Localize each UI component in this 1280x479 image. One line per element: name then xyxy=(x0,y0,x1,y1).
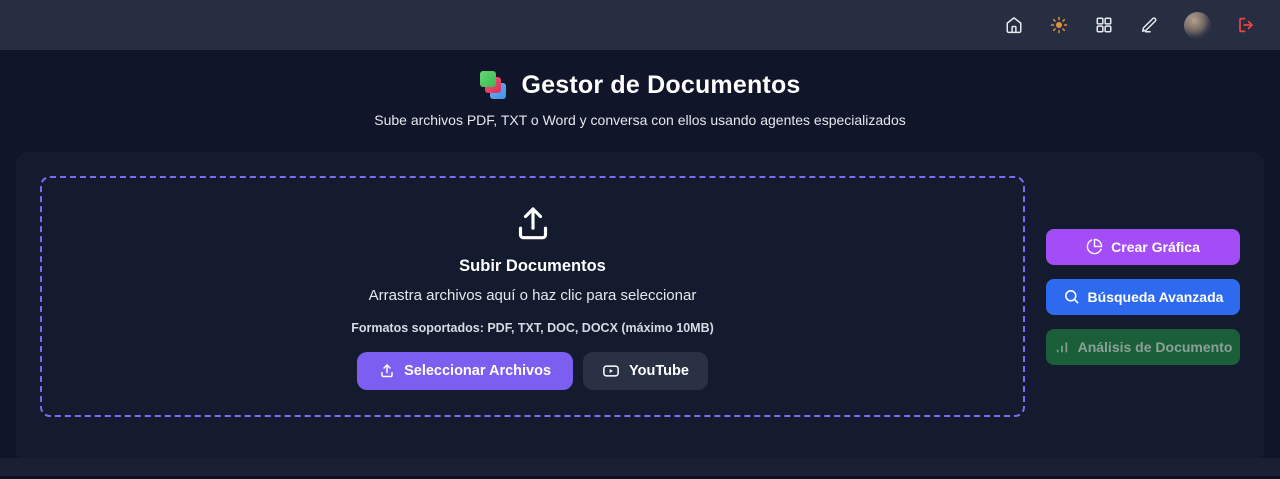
document-manager-card: Subir Documentos Arrastra archivos aquí … xyxy=(16,152,1264,462)
home-icon[interactable] xyxy=(1004,15,1024,35)
documents-stack-icon xyxy=(479,71,510,100)
youtube-button[interactable]: YouTube xyxy=(583,351,708,390)
page-title: Gestor de Documentos xyxy=(521,71,801,99)
pie-chart-icon xyxy=(1086,238,1103,255)
select-files-label: Seleccionar Archivos xyxy=(404,362,552,379)
create-chart-button[interactable]: Crear Gráfica xyxy=(1046,228,1240,265)
advanced-search-label: Búsqueda Avanzada xyxy=(1087,288,1224,305)
dropzone-title: Subir Documentos xyxy=(459,256,606,275)
search-icon xyxy=(1064,290,1078,304)
logout-icon[interactable] xyxy=(1236,15,1256,35)
apps-grid-icon[interactable] xyxy=(1094,15,1114,35)
topbar xyxy=(0,0,1280,50)
document-analysis-button[interactable]: Análisis de Documento xyxy=(1046,328,1240,365)
bar-chart-icon xyxy=(1056,341,1067,352)
theme-sun-icon[interactable] xyxy=(1049,15,1069,35)
avatar[interactable] xyxy=(1184,11,1211,39)
youtube-icon xyxy=(603,364,619,377)
youtube-label: YouTube xyxy=(629,362,689,379)
main-content: Gestor de Documentos Sube archivos PDF, … xyxy=(0,50,1280,462)
dropzone-hint: Arrastra archivos aquí o haz clic para s… xyxy=(368,286,697,304)
action-buttons-column: Crear Gráfica Búsqueda Avanzada Análisis… xyxy=(1046,176,1240,417)
dropzone-buttons: Seleccionar Archivos YouTube xyxy=(357,351,708,390)
page-header: Gestor de Documentos Sube archivos PDF, … xyxy=(0,50,1280,128)
upload-dropzone[interactable]: Subir Documentos Arrastra archivos aquí … xyxy=(40,176,1025,417)
create-chart-label: Crear Gráfica xyxy=(1111,238,1200,255)
select-files-button[interactable]: Seleccionar Archivos xyxy=(357,351,574,390)
dropzone-formats: Formatos soportados: PDF, TXT, DOC, DOCX… xyxy=(351,320,714,335)
document-analysis-label: Análisis de Documento xyxy=(1077,338,1233,355)
next-section-sliver xyxy=(0,458,1280,476)
upload-small-icon xyxy=(381,363,393,377)
upload-icon xyxy=(518,206,547,239)
advanced-search-button[interactable]: Búsqueda Avanzada xyxy=(1046,278,1240,315)
page-subtitle: Sube archivos PDF, TXT o Word y conversa… xyxy=(374,112,906,128)
edit-pencil-icon[interactable] xyxy=(1139,15,1159,35)
